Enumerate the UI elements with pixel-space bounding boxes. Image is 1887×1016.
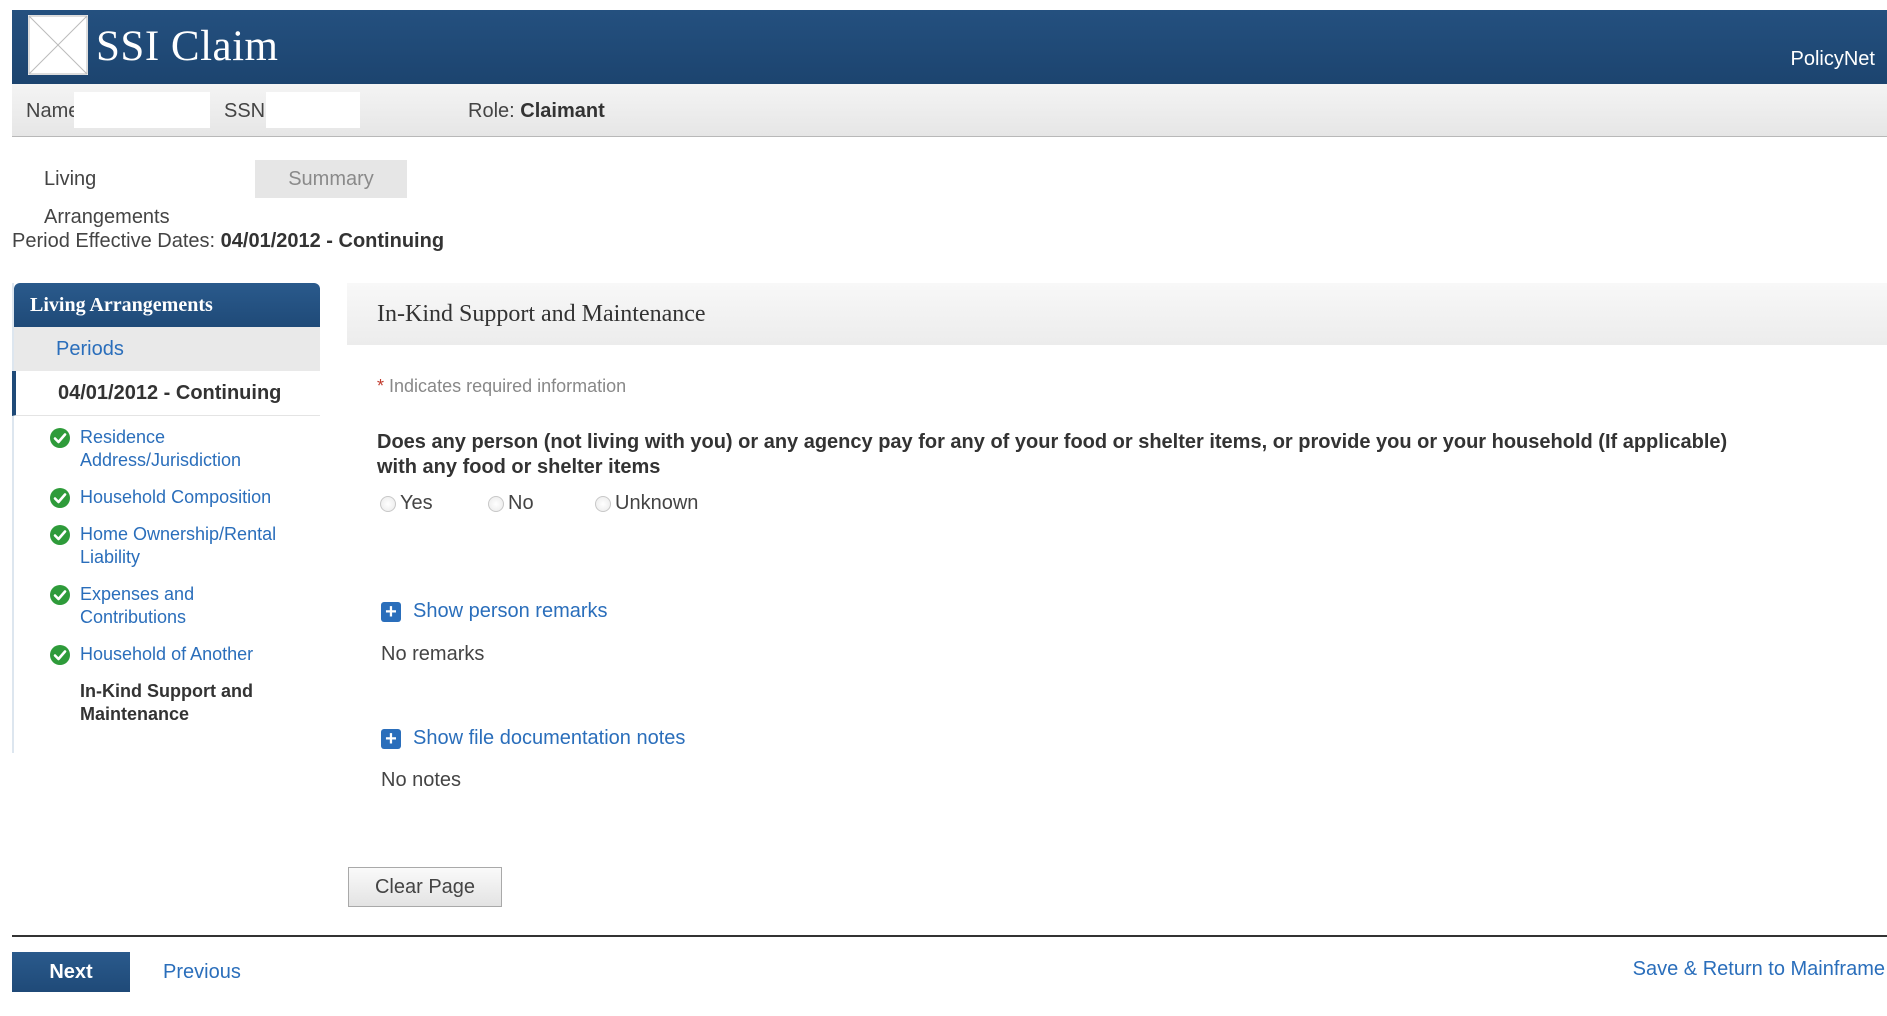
radio-button[interactable] <box>595 495 611 512</box>
role-info: Role: Claimant <box>468 100 605 123</box>
sidebar-item-residence[interactable]: Residence Address/Jurisdiction <box>14 426 320 472</box>
clear-page-button[interactable]: Clear Page <box>348 867 502 907</box>
sidebar-section-list: Residence Address/Jurisdiction Household… <box>14 416 320 726</box>
check-circle-icon <box>50 525 70 545</box>
sidebar-heading: Living Arrangements <box>14 283 320 327</box>
period-effective-dates: Period Effective Dates: 04/01/2012 - Con… <box>12 230 444 253</box>
ssn-label: SSN: <box>224 100 271 122</box>
check-circle-icon <box>50 645 70 665</box>
show-person-remarks-label: Show person remarks <box>413 600 608 622</box>
radio-label: Unknown <box>615 492 699 514</box>
person-remarks-value: No remarks <box>381 643 485 665</box>
sidebar-current-period[interactable]: 04/01/2012 - Continuing <box>12 371 320 416</box>
sidebar-item-label: Expenses and Contributions <box>80 584 195 627</box>
sidebar-item-label: Residence Address/Jurisdiction <box>80 427 242 470</box>
sidebar-item-expenses[interactable]: Expenses and Contributions <box>14 583 320 629</box>
next-button[interactable]: Next <box>12 952 130 992</box>
sidebar-item-label: Household Composition <box>80 487 272 507</box>
show-file-notes-label: Show file documentation notes <box>413 727 686 749</box>
radio-label: No <box>508 492 534 514</box>
plus-icon: + <box>381 601 401 622</box>
tab-living-arrangements[interactable]: Living Arrangements <box>12 160 240 228</box>
period-value: 04/01/2012 - Continuing <box>220 230 445 252</box>
radio-unknown[interactable]: Unknown <box>595 492 698 515</box>
period-label: Period Effective Dates: <box>12 230 216 252</box>
required-note: * Indicates required information <box>377 376 626 397</box>
check-circle-icon <box>50 585 70 605</box>
show-person-remarks-toggle[interactable]: + Show person remarks <box>381 600 608 623</box>
tab-summary[interactable]: Summary <box>255 160 407 198</box>
footer-divider <box>12 935 1887 937</box>
check-circle-icon <box>50 428 70 448</box>
radio-button[interactable] <box>488 495 504 512</box>
app-title: SSI Claim <box>96 23 279 70</box>
radio-button[interactable] <box>380 495 396 512</box>
show-file-notes-toggle[interactable]: + Show file documentation notes <box>381 727 685 750</box>
sidebar-item-household-of-another[interactable]: Household of Another <box>14 643 320 666</box>
required-asterisk: * <box>377 376 385 396</box>
sidebar-item-periods[interactable]: Periods <box>14 327 320 371</box>
section-header: In-Kind Support and Maintenance <box>347 283 1887 345</box>
app-header: SSI Claim PolicyNet <box>12 10 1887 85</box>
sidebar-item-label: In-Kind Support and Maintenance <box>80 681 253 724</box>
required-note-text: Indicates required information <box>389 376 627 396</box>
plus-icon: + <box>381 728 401 749</box>
ssn-value-redacted <box>266 92 360 128</box>
save-return-mainframe-link[interactable]: Save & Return to Mainframe <box>1633 958 1885 981</box>
previous-link[interactable]: Previous <box>163 961 241 984</box>
claimant-info-bar: Name: SSN: Role: Claimant <box>12 84 1887 137</box>
logo-placeholder-icon <box>28 15 88 75</box>
file-notes-value: No notes <box>381 769 462 791</box>
in-kind-question: Does any person (not living with you) or… <box>377 431 1728 478</box>
sidebar-item-label: Household of Another <box>80 644 254 664</box>
sidebar-item-home-ownership[interactable]: Home Ownership/Rental Liability <box>14 523 320 569</box>
radio-no[interactable]: No <box>488 492 534 515</box>
role-label: Role: <box>468 100 515 122</box>
sidebar-item-household-composition[interactable]: Household Composition <box>14 486 320 509</box>
policynet-link[interactable]: PolicyNet <box>1791 48 1875 71</box>
sidebar-item-in-kind-support[interactable]: In-Kind Support and Maintenance <box>14 680 320 726</box>
role-value: Claimant <box>520 100 605 122</box>
sidebar-nav: Living Arrangements Periods 04/01/2012 -… <box>12 283 320 753</box>
page-title: In-Kind Support and Maintenance <box>377 301 706 327</box>
radio-yes[interactable]: Yes <box>380 492 433 515</box>
radio-label: Yes <box>400 492 433 514</box>
name-value-redacted <box>74 92 210 128</box>
sidebar-item-label: Home Ownership/Rental Liability <box>80 524 277 567</box>
check-circle-icon <box>50 488 70 508</box>
